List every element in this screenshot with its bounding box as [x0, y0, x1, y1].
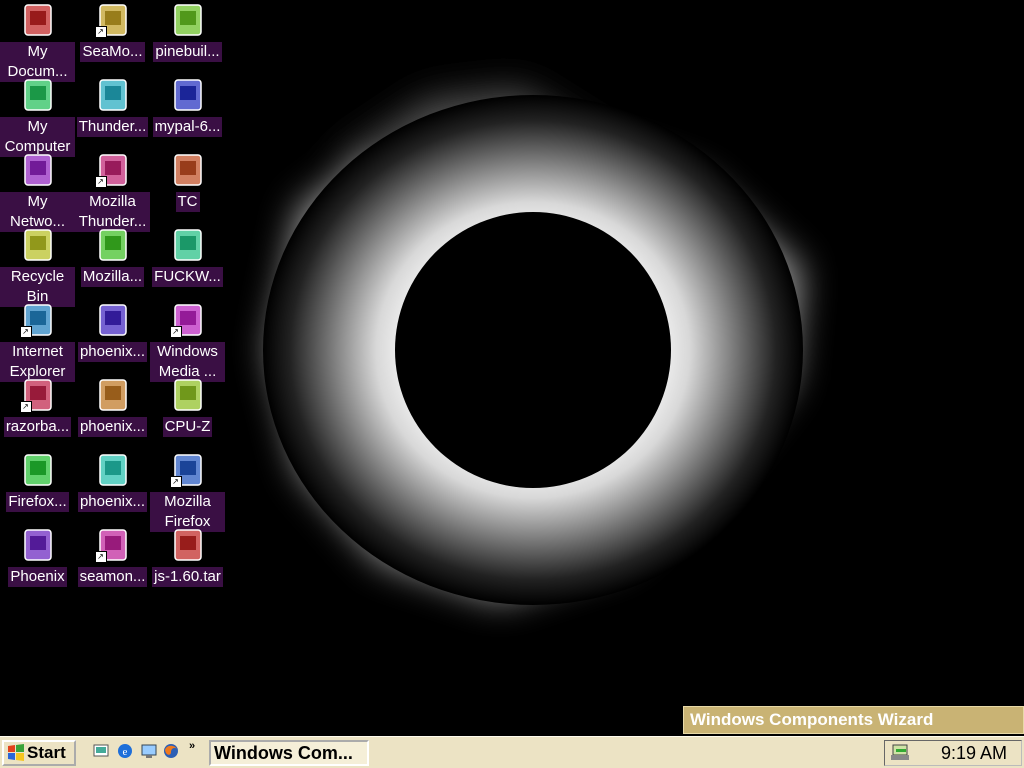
desktop-icon-label: FUCKW...: [152, 267, 223, 287]
phoenix-file-icon: [95, 302, 131, 338]
start-button[interactable]: Start: [2, 740, 76, 766]
svg-text:e: e: [123, 746, 128, 758]
desktop-icon[interactable]: js-1.60.tar: [150, 525, 225, 600]
desktop-icon[interactable]: Mozilla...: [75, 225, 150, 300]
my-documents-icon: [20, 2, 56, 38]
phoenix-archive-icon: [95, 452, 131, 488]
desktop-icon[interactable]: phoenix...: [75, 450, 150, 525]
desktop-icon[interactable]: phoenix...: [75, 300, 150, 375]
pinebuild-icon: [170, 2, 206, 38]
desktop-icon[interactable]: Thunder...: [75, 75, 150, 150]
desktop-icon-label: CPU-Z: [162, 417, 213, 437]
desktop-icon[interactable]: ↗ Internet Explorer: [0, 300, 75, 382]
recycle-bin-icon: [20, 227, 56, 263]
desktop-icon-label: SeaMo...: [80, 42, 145, 62]
internet-explorer-icon: ↗: [19, 302, 56, 338]
desktop-icon[interactable]: phoenix...: [75, 375, 150, 450]
windows-logo-icon: [8, 744, 24, 761]
desktop-icon[interactable]: ↗ SeaMo...: [75, 0, 150, 75]
desktop-icon-label: js-1.60.tar: [152, 567, 223, 587]
desktop-icon[interactable]: ↗ Windows Media ...: [150, 300, 225, 382]
desktop-icon[interactable]: Phoenix: [0, 525, 75, 600]
desktop-icon[interactable]: ↗ razorba...: [0, 375, 75, 450]
desktop-icon[interactable]: My Docum...: [0, 0, 75, 82]
clock: 9:19 AM: [940, 743, 1007, 763]
internet-explorer-quicklaunch-icon[interactable]: e: [116, 742, 134, 760]
windows-components-wizard-balloon[interactable]: Windows Components Wizard: [683, 706, 1024, 734]
start-label: Start: [27, 743, 66, 762]
desktop-icon-label: phoenix...: [77, 342, 148, 362]
js-tar-file-icon: [170, 527, 206, 563]
taskbar-button-windows-components[interactable]: Windows Com...: [209, 740, 369, 766]
cpuz-window-icon: [170, 377, 206, 413]
network-quicklaunch-icon[interactable]: [140, 742, 158, 760]
desktop-icon-label: phoenix...: [77, 417, 148, 437]
mozilla-thunderbird-icon: ↗: [94, 152, 131, 188]
desktop-icon[interactable]: My Computer: [0, 75, 75, 157]
desktop-icon-label: seamon...: [77, 567, 148, 587]
phoenix-file-icon-2: [95, 377, 131, 413]
razorback-icon: ↗: [19, 377, 56, 413]
mypal-file-icon: [170, 77, 206, 113]
desktop-icon[interactable]: ↗ Mozilla Firefox: [150, 450, 225, 532]
desktop-icon-label: Firefox...: [6, 492, 69, 512]
shortcut-arrow-icon: ↗: [169, 326, 182, 338]
desktop-icon-label: TC: [175, 192, 200, 212]
desktop-icon[interactable]: CPU-Z: [150, 375, 225, 450]
phoenix-app-icon: [20, 527, 56, 563]
desktop-icon[interactable]: Recycle Bin: [0, 225, 75, 307]
firefox-installer-icon: [20, 452, 56, 488]
desktop-icon-label: Thunder...: [76, 117, 149, 137]
shortcut-arrow-icon: ↗: [169, 476, 182, 488]
shortcut-arrow-icon: ↗: [19, 326, 32, 338]
seamonkey-installer-icon: ↗: [94, 527, 131, 563]
desktop-icon-label: phoenix...: [77, 492, 148, 512]
firefox-quicklaunch-icon[interactable]: [162, 742, 180, 760]
balloon-title: Windows Components Wizard: [690, 710, 934, 729]
system-tray: 9:19 AM: [884, 740, 1022, 766]
moon-disc: [395, 212, 671, 488]
shortcut-arrow-icon: ↗: [94, 176, 107, 188]
desktop-icon[interactable]: My Netwo...: [0, 150, 75, 232]
desktop-icon[interactable]: FUCKW...: [150, 225, 225, 300]
tc-window-icon: [170, 152, 206, 188]
desktop-icon[interactable]: pinebuil...: [150, 0, 225, 75]
shortcut-arrow-icon: ↗: [94, 26, 107, 38]
taskbar: Start e » Windows Com... 9:19 AM: [0, 736, 1024, 768]
desktop-icon[interactable]: TC: [150, 150, 225, 225]
desktop-icon[interactable]: ↗ seamon...: [75, 525, 150, 600]
network-tray-icon[interactable]: [890, 743, 912, 763]
shortcut-arrow-icon: ↗: [19, 401, 32, 413]
desktop-icon[interactable]: mypal-6...: [150, 75, 225, 150]
desktop-icon-label: razorba...: [3, 417, 72, 437]
my-network-icon: [20, 152, 56, 188]
windows-media-icon: ↗: [169, 302, 206, 338]
installer-icon: [170, 227, 206, 263]
show-desktop-icon[interactable]: [92, 742, 110, 760]
my-computer-icon: [20, 77, 56, 113]
desktop-icon[interactable]: ↗ Mozilla Thunder...: [75, 150, 150, 232]
desktop-icon-label: Phoenix: [8, 567, 67, 587]
thunderbird-installer-icon: [95, 77, 131, 113]
desktop-icon-label: mypal-6...: [152, 117, 223, 137]
desktop-icon-label: Mozilla...: [80, 267, 145, 287]
desktop-icon-label: pinebuil...: [153, 42, 222, 62]
mozilla-firefox-icon: ↗: [169, 452, 206, 488]
desktop-icon[interactable]: Firefox...: [0, 450, 75, 525]
seamonkey-icon: ↗: [94, 2, 131, 38]
quicklaunch-overflow-chevron-icon[interactable]: »: [189, 740, 195, 752]
shortcut-arrow-icon: ↗: [94, 551, 107, 563]
mozilla-file-icon: [95, 227, 131, 263]
